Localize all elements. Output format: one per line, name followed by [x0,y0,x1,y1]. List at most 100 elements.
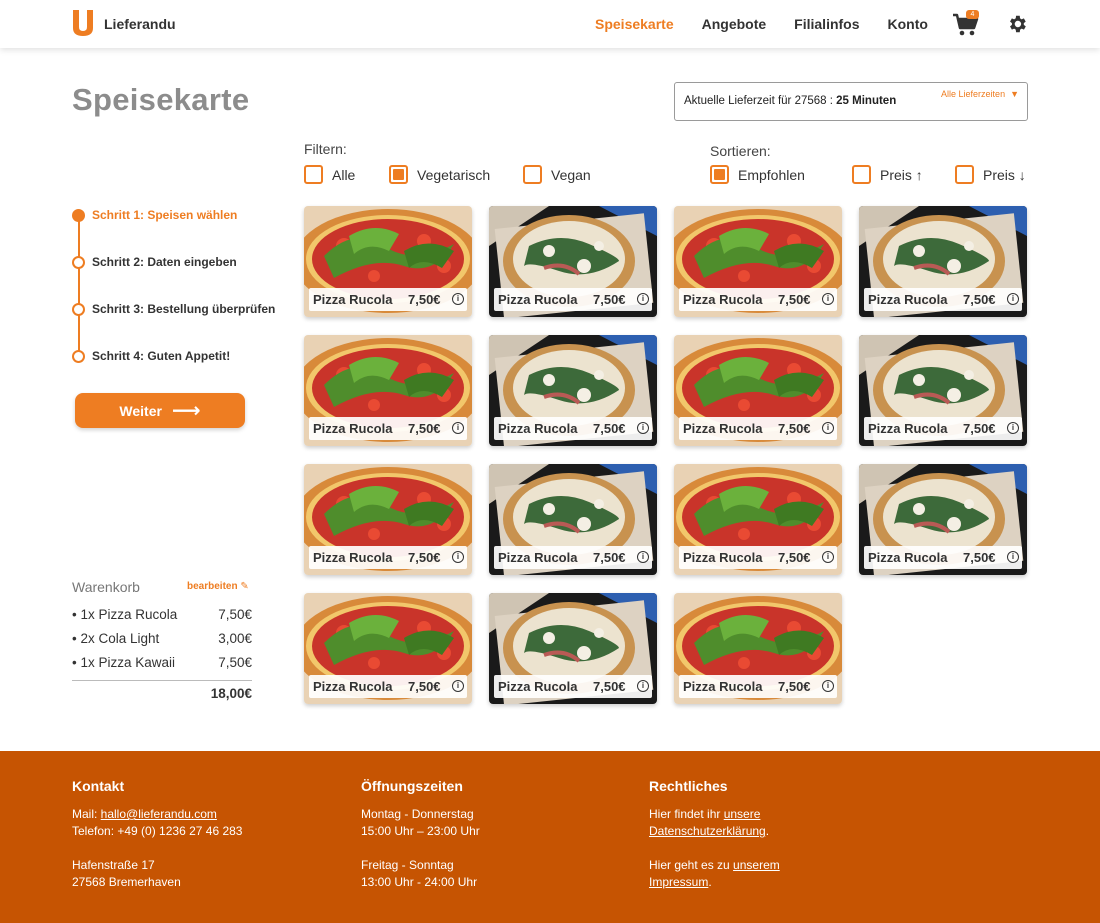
privacy-link[interactable]: unsere [724,807,761,821]
info-icon[interactable]: i [637,680,649,692]
product-card[interactable]: Pizza Rucola 7,50€ i [674,206,842,317]
weekend-time: 13:00 Uhr - 24:00 Uhr [361,875,478,889]
main-nav: Speisekarte Angebote Filialinfos Konto [595,16,956,32]
privacy-prefix: Hier findet ihr [649,807,724,821]
product-price: 7,50€ [778,421,811,436]
phone-text: Telefon: +49 (0) 1236 27 46 283 [72,824,243,838]
info-icon[interactable]: i [822,551,834,563]
product-price: 7,50€ [963,421,996,436]
product-label-bar: Pizza Rucola 7,50€ i [679,288,837,311]
product-card[interactable]: Pizza Rucola 7,50€ i [489,464,657,575]
info-icon[interactable]: i [452,293,464,305]
product-price: 7,50€ [778,550,811,565]
nav-angebote[interactable]: Angebote [702,16,767,32]
product-label-bar: Pizza Rucola 7,50€ i [494,288,652,311]
info-icon[interactable]: i [822,680,834,692]
cart-item-name: • 1x Pizza Rucola [72,607,178,622]
step-3[interactable]: Schritt 3: Bestellung überprüfen [72,302,275,316]
sort-price-desc-checkbox[interactable]: Preis ↓ [955,165,1026,184]
cart-count-badge: 4 [966,10,979,19]
nav-filialinfos[interactable]: Filialinfos [794,16,859,32]
product-card[interactable]: Pizza Rucola 7,50€ i [304,464,472,575]
nav-speisekarte[interactable]: Speisekarte [595,16,674,32]
top-header: Lieferandu Speisekarte Angebote Filialin… [0,0,1100,48]
product-label-bar: Pizza Rucola 7,50€ i [494,675,652,698]
info-icon[interactable]: i [1007,293,1019,305]
sort-empfohlen-checkbox[interactable]: Empfohlen [710,165,805,184]
imprint-prefix: Hier geht es zu [649,858,734,872]
checkbox-box[interactable] [955,165,974,184]
product-price: 7,50€ [408,679,441,694]
filter-vegan-checkbox[interactable]: Vegan [523,165,591,184]
weekdays-time: 15:00 Uhr – 23:00 Uhr [361,824,480,838]
logo[interactable]: Lieferandu [71,8,176,38]
product-label-bar: Pizza Rucola 7,50€ i [309,546,467,569]
info-icon[interactable]: i [1007,422,1019,434]
footer-contact-title: Kontakt [72,778,125,794]
product-card[interactable]: Pizza Rucola 7,50€ i [489,593,657,704]
product-price: 7,50€ [778,292,811,307]
product-card[interactable]: Pizza Rucola 7,50€ i [304,593,472,704]
all-delivery-times-link[interactable]: Alle Lieferzeiten ▼ [941,89,1019,99]
info-icon[interactable]: i [452,551,464,563]
info-icon[interactable]: i [1007,551,1019,563]
product-label-bar: Pizza Rucola 7,50€ i [679,417,837,440]
imprint-link[interactable]: Impressum [649,875,708,889]
product-price: 7,50€ [963,292,996,307]
product-label-bar: Pizza Rucola 7,50€ i [309,288,467,311]
product-price: 7,50€ [778,679,811,694]
product-card[interactable]: Pizza Rucola 7,50€ i [859,464,1027,575]
checkbox-box[interactable] [304,165,323,184]
checkbox-box[interactable] [852,165,871,184]
checkbox-box-checked[interactable] [710,165,729,184]
step-4[interactable]: Schritt 4: Guten Appetit! [72,349,230,363]
stepper-line [78,216,80,356]
product-card[interactable]: Pizza Rucola 7,50€ i [304,335,472,446]
info-icon[interactable]: i [637,422,649,434]
mail-link[interactable]: hallo@lieferandu.com [101,807,217,821]
filter-alle-checkbox[interactable]: Alle [304,165,355,184]
product-name: Pizza Rucola [498,292,578,307]
cart-total: 18,00€ [210,686,252,701]
info-icon[interactable]: i [822,293,834,305]
step-1[interactable]: Schritt 1: Speisen wählen [72,208,237,222]
info-icon[interactable]: i [452,422,464,434]
mail-label: Mail: [72,807,101,821]
delivery-time-box[interactable]: Aktuelle Lieferzeit für 27568 : 25 Minut… [674,82,1028,121]
checkbox-box[interactable] [523,165,542,184]
product-card[interactable]: Pizza Rucola 7,50€ i [859,335,1027,446]
product-label-bar: Pizza Rucola 7,50€ i [864,288,1022,311]
product-label-bar: Pizza Rucola 7,50€ i [494,417,652,440]
filter-vegetarisch-checkbox[interactable]: Vegetarisch [389,165,490,184]
checkbox-label: Empfohlen [738,166,805,183]
imprint-link[interactable]: unserem [733,858,780,872]
product-card[interactable]: Pizza Rucola 7,50€ i [304,206,472,317]
step-label: Schritt 3: Bestellung überprüfen [92,302,276,316]
cart-item: • 1x Pizza Rucola 7,50€ [72,607,252,622]
step-dot-filled [72,208,85,222]
footer: Kontakt Mail: hallo@lieferandu.com Telefo… [0,751,1100,923]
product-card[interactable]: Pizza Rucola 7,50€ i [859,206,1027,317]
step-2[interactable]: Schritt 2: Daten eingeben [72,255,237,269]
info-icon[interactable]: i [637,551,649,563]
nav-konto[interactable]: Konto [888,16,928,32]
privacy-link[interactable]: Datenschutzerklärung [649,824,766,838]
sort-price-asc-checkbox[interactable]: Preis ↑ [852,165,923,184]
product-card[interactable]: Pizza Rucola 7,50€ i [674,335,842,446]
info-icon[interactable]: i [637,293,649,305]
delivery-prefix: Aktuelle Lieferzeit für 27568 : [684,95,837,107]
gear-icon[interactable] [1006,13,1028,35]
product-name: Pizza Rucola [868,421,948,436]
product-card[interactable]: Pizza Rucola 7,50€ i [674,464,842,575]
product-card[interactable]: Pizza Rucola 7,50€ i [674,593,842,704]
product-card[interactable]: Pizza Rucola 7,50€ i [489,206,657,317]
checkbox-box-checked[interactable] [389,165,408,184]
weiter-button[interactable]: Weiter ⟶ [75,393,245,428]
info-icon[interactable]: i [452,680,464,692]
cart-edit-link[interactable]: bearbeiten ✎ [187,581,249,592]
info-icon[interactable]: i [822,422,834,434]
step-dot [72,302,85,316]
product-name: Pizza Rucola [313,679,393,694]
product-card[interactable]: Pizza Rucola 7,50€ i [489,335,657,446]
page-title: Speisekarte [72,82,250,117]
